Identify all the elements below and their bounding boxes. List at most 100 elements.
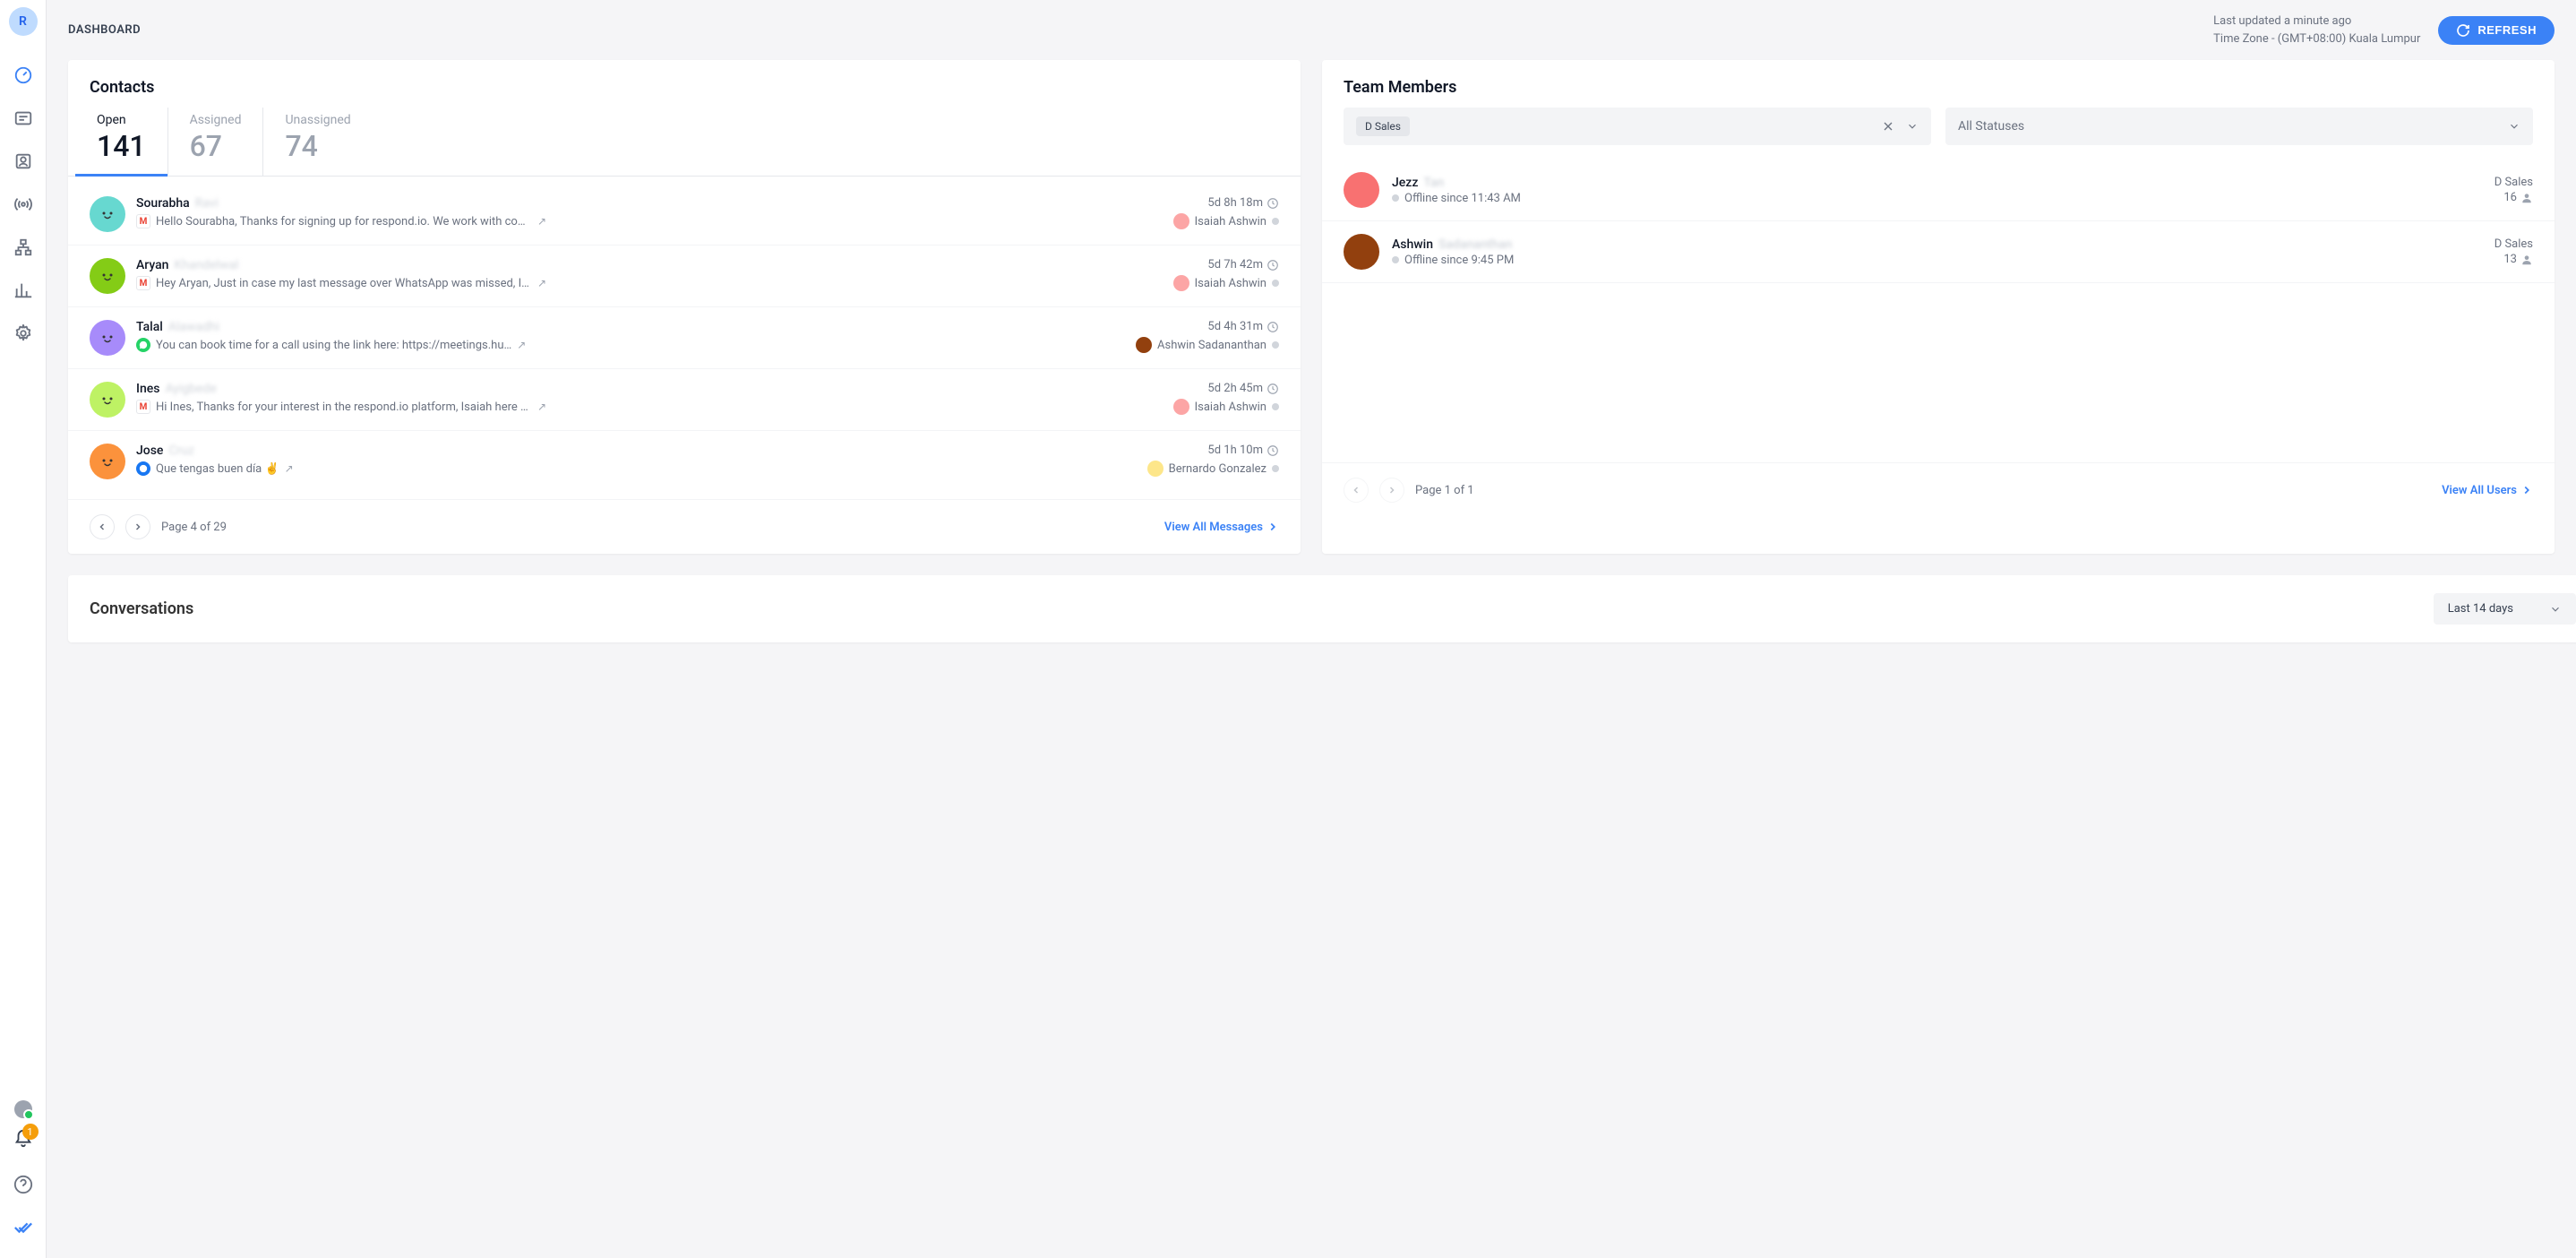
help-icon[interactable] bbox=[5, 1167, 41, 1202]
member-status: Offline since 9:45 PM bbox=[1392, 254, 2482, 267]
contacts-card: Contacts Open141Assigned67 Unassigned 74 S… bbox=[68, 60, 1301, 554]
tab-value: 67 bbox=[190, 129, 242, 163]
contact-time: 5d 8h 18m bbox=[1173, 196, 1279, 210]
member-list: Jezz TanOffline since 11:43 AMD Sales16A… bbox=[1322, 159, 2555, 283]
team-filter-chip: D Sales bbox=[1356, 116, 1410, 136]
contact-message: You can book time for a call using the l… bbox=[156, 339, 511, 352]
tab-assigned[interactable]: Assigned67 bbox=[167, 108, 263, 176]
timezone-text: Time Zone - (GMT+08:00) Kuala Lumpur bbox=[2213, 30, 2420, 48]
status-dot-icon bbox=[1272, 280, 1279, 287]
member-name: Jezz Tan bbox=[1392, 176, 2482, 190]
page-header: DASHBOARD Last updated a minute ago Time… bbox=[47, 0, 2576, 60]
member-status: Offline since 11:43 AM bbox=[1392, 192, 2482, 205]
team-next-button bbox=[1379, 478, 1404, 503]
outgoing-arrow-icon: ↗ bbox=[517, 339, 526, 351]
contact-message: Hello Sourabha, Thanks for signing up fo… bbox=[156, 215, 532, 228]
chevron-right-icon bbox=[2520, 484, 2533, 496]
chevron-down-icon bbox=[2508, 120, 2520, 133]
conversations-card: Conversations Last 14 days bbox=[68, 575, 2576, 642]
tab-value: 141 bbox=[97, 129, 146, 163]
last-updated-text: Last updated a minute ago bbox=[2213, 13, 2420, 30]
contacts-card-title: Contacts bbox=[68, 60, 1301, 108]
contact-avatar bbox=[90, 196, 125, 232]
whatsapp-icon bbox=[136, 338, 150, 352]
nav-reports-icon[interactable] bbox=[5, 272, 41, 308]
status-filter-label: All Statuses bbox=[1958, 119, 2024, 134]
clock-icon bbox=[1267, 259, 1279, 271]
sidebar: R 1 bbox=[0, 0, 47, 1258]
nav-contacts-icon[interactable] bbox=[5, 143, 41, 179]
team-prev-button bbox=[1344, 478, 1369, 503]
status-filter-select[interactable]: All Statuses bbox=[1945, 108, 2533, 145]
status-dot-icon bbox=[1392, 256, 1399, 263]
contact-assignee: Isaiah Ashwin bbox=[1173, 275, 1279, 291]
contact-assignee: Bernardo Gonzalez bbox=[1147, 461, 1279, 477]
contact-row[interactable]: Jose CruzQue tengas buen día ✌↗5d 1h 10m… bbox=[68, 431, 1301, 492]
contacts-prev-button[interactable] bbox=[90, 514, 115, 539]
nav-messages-icon[interactable] bbox=[5, 100, 41, 136]
gmail-icon: M bbox=[136, 400, 150, 414]
member-row[interactable]: Ashwin Sadananthan Offline since 9:45 PM D… bbox=[1322, 221, 2555, 283]
tab-label: Unassigned bbox=[285, 113, 350, 127]
messenger-icon bbox=[136, 461, 150, 476]
checkmark-icon[interactable] bbox=[5, 1210, 41, 1245]
assignee-avatar bbox=[1136, 337, 1152, 353]
refresh-button[interactable]: REFRESH bbox=[2438, 16, 2555, 45]
contact-row[interactable]: Talal AlawadhiYou can book time for a ca… bbox=[68, 307, 1301, 369]
contact-time: 5d 7h 42m bbox=[1173, 258, 1279, 271]
contact-assignee: Ashwin Sadananthan bbox=[1136, 337, 1279, 353]
contact-message: Hey Aryan, Just in case my last message … bbox=[156, 277, 532, 290]
contact-time: 5d 4h 31m bbox=[1136, 320, 1279, 333]
member-avatar bbox=[1344, 172, 1379, 208]
clear-icon[interactable] bbox=[1881, 119, 1895, 134]
view-all-users-link[interactable]: View All Users bbox=[2442, 484, 2533, 497]
contact-time: 5d 2h 45m bbox=[1173, 382, 1279, 395]
chevron-right-icon bbox=[1267, 521, 1279, 533]
contact-time: 5d 1h 10m bbox=[1147, 444, 1279, 457]
outgoing-arrow-icon: ↗ bbox=[537, 277, 546, 289]
contact-assignee: Isaiah Ashwin bbox=[1173, 213, 1279, 229]
view-all-messages-link[interactable]: View All Messages bbox=[1164, 521, 1279, 534]
contact-avatar bbox=[90, 444, 125, 479]
nav-dashboard-icon[interactable] bbox=[5, 57, 41, 93]
member-row[interactable]: Jezz TanOffline since 11:43 AMD Sales16 bbox=[1322, 159, 2555, 221]
contact-row[interactable]: Ines AyigbedeMHi Ines, Thanks for your i… bbox=[68, 369, 1301, 431]
clock-icon bbox=[1267, 383, 1279, 395]
tab-open[interactable]: Open141 bbox=[75, 108, 167, 176]
nav-broadcast-icon[interactable] bbox=[5, 186, 41, 222]
nav-workflows-icon[interactable] bbox=[5, 229, 41, 265]
member-team: D Sales bbox=[2494, 237, 2533, 251]
member-name: Ashwin Sadananthan bbox=[1392, 237, 2482, 252]
user-presence-icon[interactable] bbox=[14, 1100, 32, 1118]
gmail-icon: M bbox=[136, 276, 150, 290]
contact-message: Hi Ines, Thanks for your interest in the… bbox=[156, 401, 532, 414]
outgoing-arrow-icon: ↗ bbox=[537, 401, 546, 413]
contact-row[interactable]: Aryan KhandelwalMHey Aryan, Just in case… bbox=[68, 246, 1301, 307]
workspace-avatar[interactable]: R bbox=[9, 7, 38, 36]
member-avatar bbox=[1344, 234, 1379, 270]
header-meta: Last updated a minute ago Time Zone - (G… bbox=[2213, 13, 2420, 47]
contacts-next-button[interactable] bbox=[125, 514, 150, 539]
clock-icon bbox=[1267, 444, 1279, 457]
nav-settings-icon[interactable] bbox=[5, 315, 41, 351]
team-filter-select[interactable]: D Sales bbox=[1344, 108, 1931, 145]
contact-name: Ines bbox=[136, 382, 159, 396]
contact-name: Aryan bbox=[136, 258, 168, 272]
status-dot-icon bbox=[1272, 403, 1279, 410]
assignee-avatar bbox=[1173, 399, 1189, 415]
contact-name: Sourabha bbox=[136, 196, 190, 211]
outgoing-arrow-icon: ↗ bbox=[285, 462, 294, 475]
person-icon bbox=[2520, 192, 2533, 204]
date-range-select[interactable]: Last 14 days bbox=[2434, 593, 2576, 625]
notifications-icon[interactable]: 1 bbox=[13, 1129, 33, 1152]
contact-row[interactable]: Sourabha RaviMHello Sourabha, Thanks for… bbox=[68, 184, 1301, 246]
tab-unassigned[interactable]: Unassigned 74 bbox=[262, 108, 372, 176]
conversations-title: Conversations bbox=[90, 599, 193, 618]
tab-value: 74 bbox=[285, 129, 350, 163]
refresh-label: REFRESH bbox=[2477, 23, 2537, 37]
contacts-list: Sourabha RaviMHello Sourabha, Thanks for… bbox=[68, 177, 1301, 499]
team-card-title: Team Members bbox=[1322, 60, 2555, 108]
clock-icon bbox=[1267, 321, 1279, 333]
refresh-icon bbox=[2456, 23, 2470, 38]
assignee-avatar bbox=[1173, 213, 1189, 229]
